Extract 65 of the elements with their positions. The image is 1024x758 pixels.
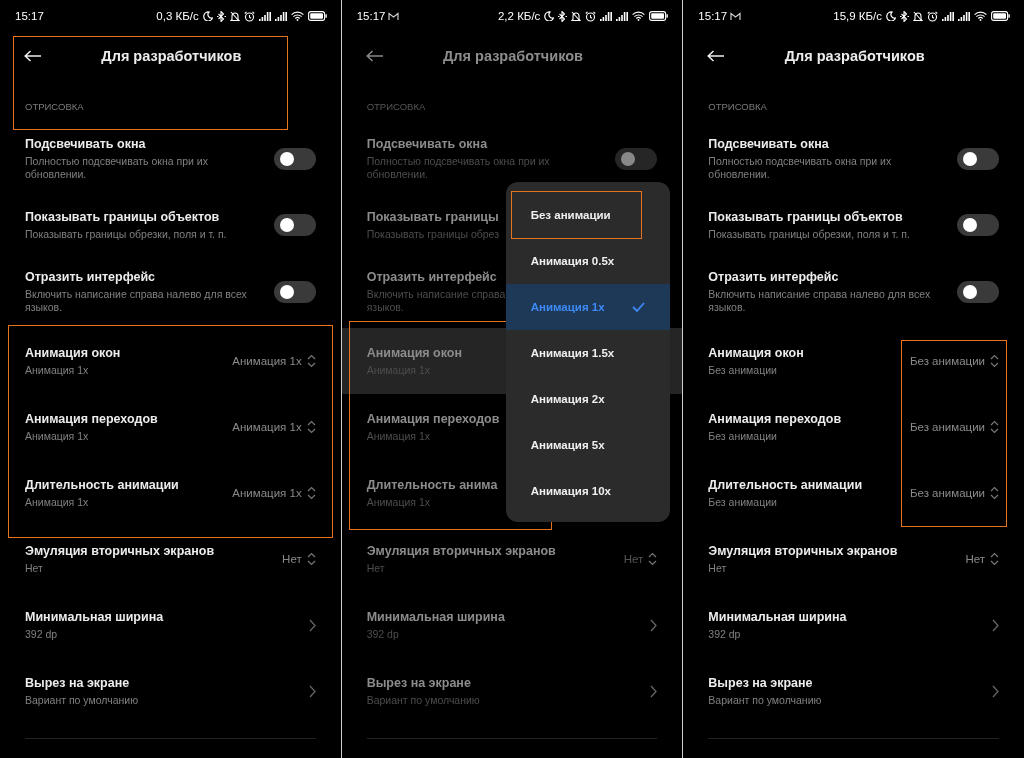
setting-title: Эмуляция вторичных экранов	[708, 543, 898, 559]
setting-description: Без анимации	[708, 430, 777, 443]
setting-title: Отразить интерфейс	[366, 269, 497, 285]
setting-title: Эмуляция вторичных экранов	[366, 543, 556, 559]
setting-description: Нет	[708, 562, 727, 575]
setting-description: Анимация 1x	[366, 496, 430, 509]
setting-description: Анимация 1x	[25, 430, 89, 443]
status-time: 15:17	[15, 10, 44, 22]
setting-title: Минимальная ширина	[25, 609, 164, 625]
setting-title: Длительность анимации	[25, 477, 179, 493]
setting-title: Отразить интерфейс	[708, 269, 839, 285]
status-time: 15:17	[356, 10, 386, 22]
setting-description: Включить написание справа языков.	[366, 288, 506, 314]
setting-description: Вариант по умолчанию	[708, 694, 822, 707]
setting-description: Анимация 1x	[25, 364, 89, 377]
setting-description: Без анимации	[708, 364, 777, 377]
setting-title: Анимация окон	[366, 345, 462, 361]
setting-title: Длительность анима	[366, 477, 498, 493]
section-label: ОТРИСОВКА	[707, 100, 768, 114]
setting-title: Подсвечивать окна	[708, 136, 829, 152]
setting-title: Анимация переходов	[25, 411, 158, 427]
setting-description: Полностью подсвечивать окна при их обновлении.	[366, 155, 551, 181]
page-title: Для разработчиков	[783, 48, 926, 64]
setting-title: Подсвечивать окна	[366, 136, 488, 152]
section-label: ОТРИСОВКА	[24, 100, 85, 114]
setting-title: Анимация переходов	[366, 411, 500, 427]
setting-description: Вариант по умолчанию	[366, 694, 480, 707]
setting-title: Эмуляция вторичных экранов	[25, 543, 215, 559]
setting-title: Анимация окон	[25, 345, 121, 361]
setting-description: Вариант по умолчанию	[25, 694, 139, 707]
setting-description: Показывать границы обрезки, поля и т. п.	[708, 228, 910, 241]
setting-title: Показывать границы объектов	[708, 209, 903, 225]
setting-title: Минимальная ширина	[366, 609, 505, 625]
setting-description: Включить написание справа налево для всех языков.	[708, 288, 932, 314]
setting-title: Подсвечивать окна	[25, 136, 146, 152]
setting-description: Полностью подсвечивать окна при их обновлении.	[25, 155, 209, 181]
network-speed: 15,9 КБ/с	[833, 10, 882, 22]
setting-title: Показывать границы объектов	[25, 209, 220, 225]
setting-description: 392 dp	[708, 628, 741, 641]
status-time: 15:17	[698, 10, 728, 22]
setting-title: Анимация переходов	[708, 411, 842, 427]
setting-description: Анимация 1x	[25, 496, 89, 509]
setting-title: Вырез на экране	[25, 675, 130, 691]
page-title: Для разработчиков	[100, 48, 243, 64]
setting-description: Нет	[366, 562, 385, 575]
network-speed: 2,2 КБ/с	[497, 10, 541, 22]
setting-title: Вырез на экране	[708, 675, 813, 691]
page-title: Для разработчиков	[442, 48, 584, 64]
setting-title: Длительность анимации	[708, 477, 863, 493]
setting-title: Вырез на экране	[366, 675, 471, 691]
setting-description: Показывать границы обрезки, поля и т. п.	[25, 228, 227, 241]
setting-title: Анимация окон	[708, 345, 804, 361]
setting-description: 392 dp	[25, 628, 58, 641]
setting-description: 392 dp	[366, 628, 399, 641]
network-speed: 0,3 КБ/с	[156, 10, 199, 22]
setting-description: Показывать границы обрез	[366, 228, 499, 241]
setting-description: Включить написание справа налево для всех языков.	[25, 288, 248, 314]
setting-description: Без анимации	[708, 496, 777, 509]
section-label: ОТРИСОВКА	[365, 100, 427, 114]
setting-description: Полностью подсвечивать окна при их обновлении.	[708, 155, 893, 181]
setting-title: Отразить интерфейс	[25, 269, 156, 285]
setting-description: Нет	[25, 562, 43, 575]
setting-title: Показывать границы	[366, 209, 499, 225]
setting-description: Анимация 1x	[366, 430, 430, 443]
setting-title: Минимальная ширина	[708, 609, 847, 625]
